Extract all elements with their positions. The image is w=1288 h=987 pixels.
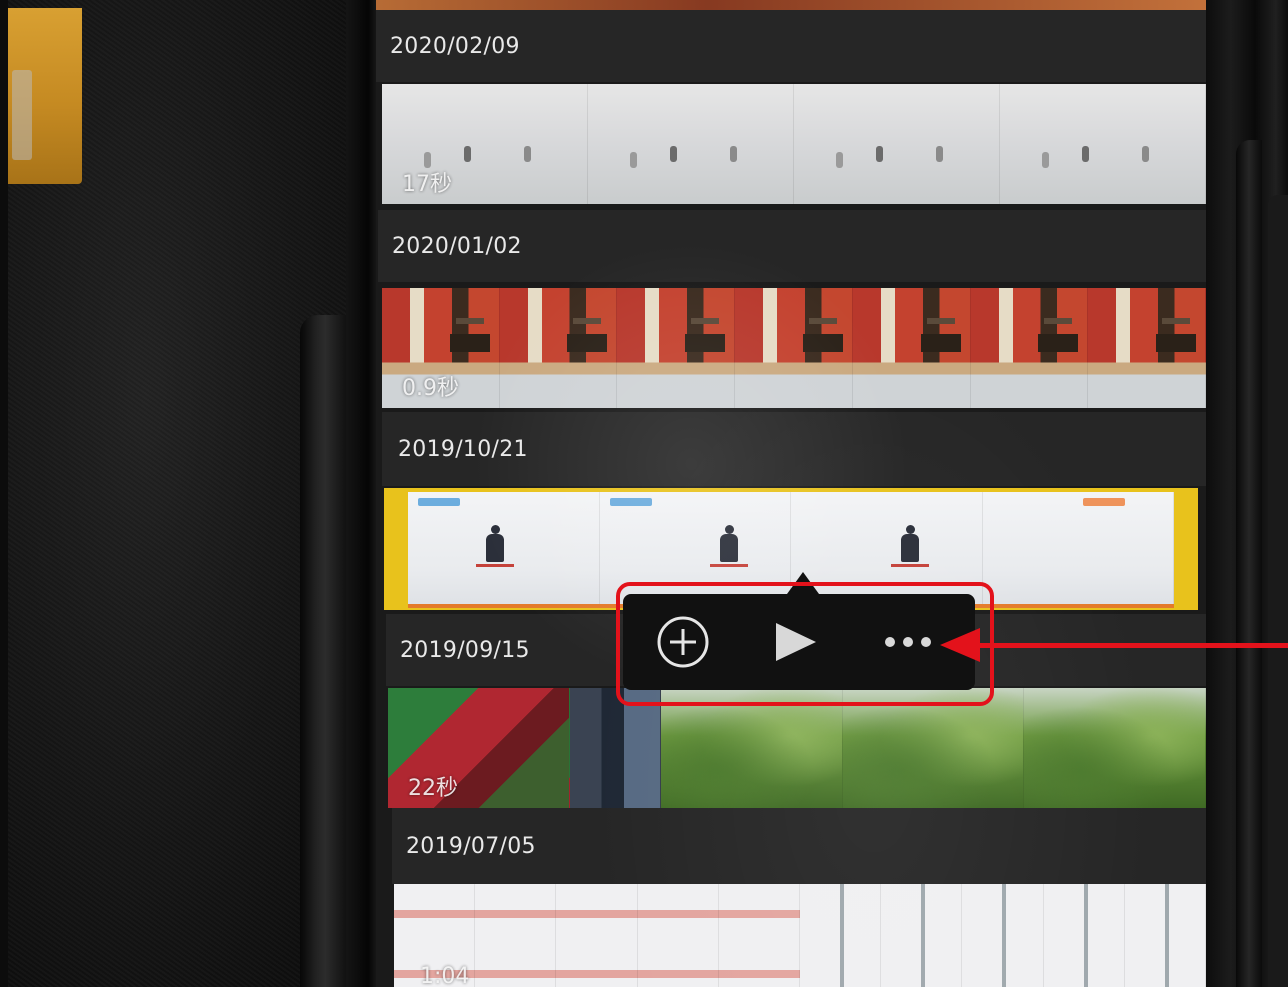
- video-frame: [1043, 884, 1125, 987]
- video-frame: [982, 492, 1174, 604]
- video-frame: [1024, 688, 1206, 808]
- section-header: 2019/07/05: [392, 808, 1206, 884]
- video-frame: [794, 84, 1000, 204]
- section-header: 2019/10/21: [382, 412, 1206, 486]
- skier-figure: [891, 525, 929, 567]
- video-duration: 0.9秒: [402, 376, 459, 401]
- video-frame: [1088, 288, 1206, 408]
- ski-school-logo-icon: [609, 498, 652, 506]
- video-frame: [735, 288, 853, 408]
- video-frame: [499, 288, 618, 408]
- video-strip[interactable]: 0.9秒: [382, 288, 1206, 408]
- case-edge: [300, 315, 346, 987]
- video-frame: [661, 688, 843, 808]
- annotation-arrow-shaft: [976, 643, 1288, 648]
- video-duration: 22秒: [408, 776, 458, 801]
- video-duration: 1:04: [420, 964, 470, 987]
- section-header: 2020/02/09: [376, 10, 1206, 82]
- video-frame: [556, 884, 638, 987]
- video-strip[interactable]: 22秒: [388, 688, 1206, 808]
- section-date: 2019/09/15: [400, 637, 530, 663]
- annotation-highlight-box: [616, 582, 994, 706]
- section-date: 2019/10/21: [398, 436, 528, 462]
- ski-school-logo-icon: [418, 498, 460, 506]
- video-frame: [1124, 884, 1206, 987]
- video-frame: [970, 288, 1089, 408]
- video-frame: [588, 84, 794, 204]
- video-frame: [962, 884, 1044, 987]
- video-frame: [637, 884, 719, 987]
- section-date: 2020/02/09: [390, 33, 520, 59]
- phone-bezel-left: [346, 0, 378, 987]
- video-frame: [475, 884, 557, 987]
- section-header: 2020/01/02: [378, 210, 1206, 282]
- skier-figure: [709, 525, 748, 567]
- ski-school-logo-icon: [1082, 498, 1125, 506]
- video-frame: [718, 884, 801, 987]
- video-frame: [617, 288, 736, 408]
- phone-screen: 2020/02/09 17秒 2020/01/02 0.9秒 2019/10/2…: [376, 0, 1206, 987]
- photo-scene: 2020/02/09 17秒 2020/01/02 0.9秒 2019/10/2…: [0, 0, 1288, 987]
- video-frame: [800, 884, 882, 987]
- section-date: 2019/07/05: [406, 833, 536, 859]
- video-frame: [852, 288, 971, 408]
- video-strip[interactable]: 1:04: [394, 884, 1206, 987]
- skier-figure: [476, 525, 514, 567]
- video-duration: 17秒: [402, 172, 452, 197]
- case-card-slot: [8, 8, 82, 184]
- video-strip[interactable]: 17秒: [382, 84, 1206, 204]
- video-frame: [842, 688, 1025, 808]
- video-frame: [1000, 84, 1206, 204]
- previous-strip-edge: [376, 0, 1206, 10]
- phone-bezel-right: [1206, 0, 1288, 987]
- video-frame: [408, 492, 600, 604]
- annotation-arrow-icon: [940, 628, 980, 662]
- section-date: 2020/01/02: [392, 233, 522, 259]
- video-frame: [881, 884, 963, 987]
- video-frame: [569, 688, 661, 808]
